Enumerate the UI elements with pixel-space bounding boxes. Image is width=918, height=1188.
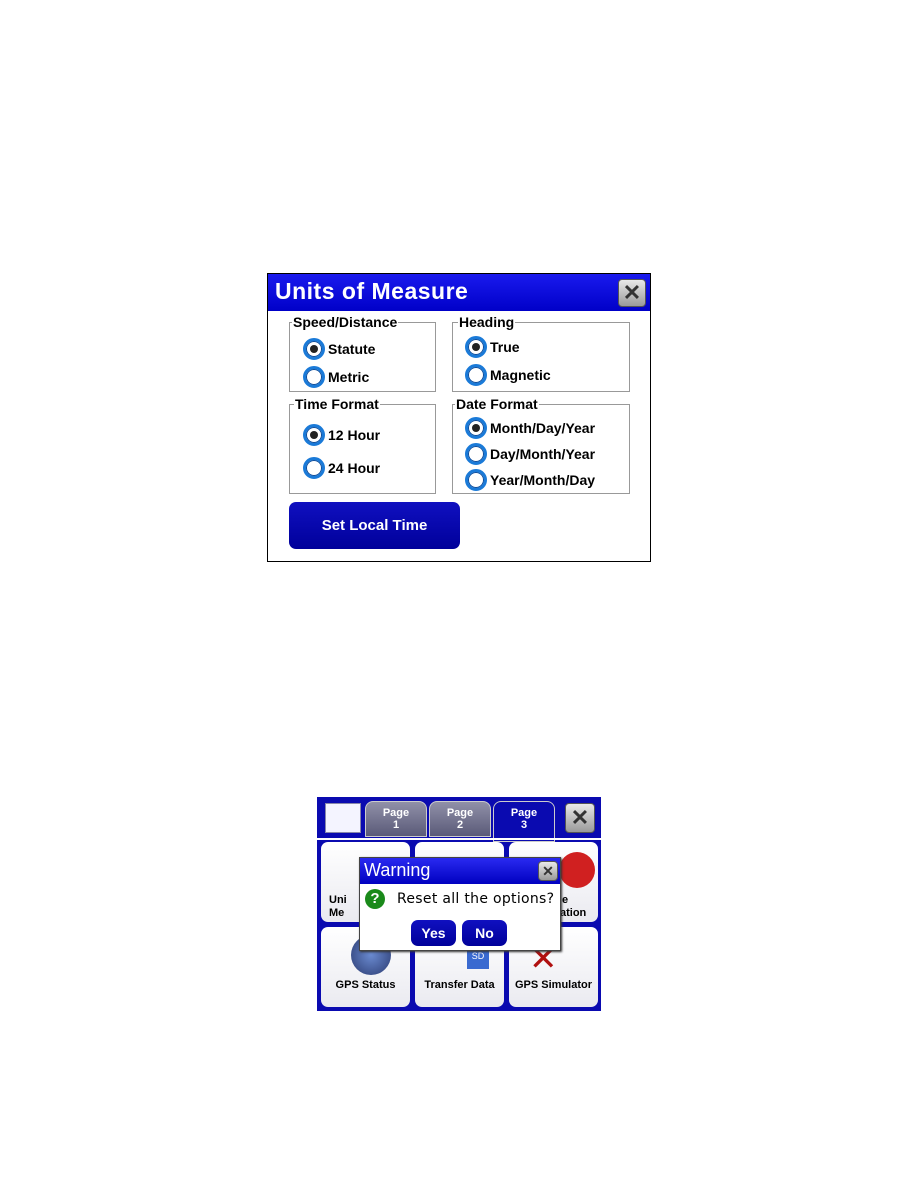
tile-label: GPS Simulator [514,979,593,991]
radio-magnetic[interactable]: Magnetic [465,364,551,386]
option-label: Magnetic [490,367,551,383]
option-label: Month/Day/Year [490,420,596,436]
radio-statute[interactable]: Statute [303,338,375,360]
sd-card-icon: SD [467,951,489,969]
dialog-close-button[interactable]: ✕ [538,861,558,881]
close-button[interactable]: ✕ [565,803,595,833]
group-label: Time Format [294,396,380,412]
radio-icon [303,457,325,479]
set-local-time-button[interactable]: Set Local Time [289,502,460,549]
tab-number: 2 [456,819,464,831]
option-label: 12 Hour [328,427,381,443]
radio-icon [303,366,325,388]
close-x-icon: ✕ [622,280,642,305]
radio-selected-icon [465,336,487,358]
tab-number: 1 [392,819,400,831]
tab-page-2[interactable]: Page 2 [429,801,491,837]
radio-metric[interactable]: Metric [303,366,369,388]
yes-button[interactable]: Yes [411,920,456,946]
tab-number: 3 [520,819,528,831]
tab-label: Page [446,807,474,819]
radio-selected-icon [303,338,325,360]
close-x-icon: ✕ [542,862,554,879]
tile-label: ation [560,907,587,919]
tab-page-1[interactable]: Page 1 [365,801,427,837]
option-label: Year/Month/Day [490,472,596,488]
radio-mdy[interactable]: Month/Day/Year [465,417,595,439]
radio-ymd[interactable]: Year/Month/Day [465,469,595,491]
main-menu-screen: Page 1 Page 2 Page 3 ✕ Uni Me e ation GPS Sta… [317,797,601,1011]
option-label: True [490,339,520,355]
radio-selected-icon [303,424,325,446]
dialog-message: Reset all the options? [397,891,555,907]
close-button[interactable]: ✕ [618,279,646,307]
radio-dmy[interactable]: Day/Month/Year [465,443,595,465]
group-label: Date Format [455,396,539,412]
option-label: Day/Month/Year [490,446,596,462]
radio-icon [465,443,487,465]
tile-label: Me [329,907,345,919]
radio-true[interactable]: True [465,336,520,358]
radio-24-hour[interactable]: 24 Hour [303,457,380,479]
tab-page-3[interactable]: Page 3 [493,801,555,842]
info-icon [559,852,595,888]
dialog-title: Warning [364,860,431,880]
divider [317,838,601,840]
dialog-title: Units of Measure [275,278,469,304]
radio-icon [465,364,487,386]
close-x-icon: ✕ [570,805,590,830]
tile-label: Uni [329,894,347,906]
tile-label: GPS Status [335,979,396,991]
group-label: Heading [458,314,516,330]
tab-label: Page [510,807,538,819]
radio-icon [465,469,487,491]
option-label: Statute [328,341,376,357]
units-of-measure-screen: Units of Measure ✕ Speed/Distance Statut… [267,273,651,562]
tile-label: Transfer Data [424,979,495,991]
question-icon: ? [365,889,385,909]
group-label: Speed/Distance [292,314,399,330]
time-format-group [289,404,436,494]
tab-label: Page [382,807,410,819]
warning-dialog: Warning ✕ ? Reset all the options? Yes N… [359,857,561,951]
option-label: Metric [328,369,370,385]
option-label: 24 Hour [328,460,381,476]
no-button[interactable]: No [462,920,507,946]
radio-selected-icon [465,417,487,439]
tile-label: e [562,894,569,906]
map-icon[interactable] [325,803,361,833]
radio-12-hour[interactable]: 12 Hour [303,424,380,446]
